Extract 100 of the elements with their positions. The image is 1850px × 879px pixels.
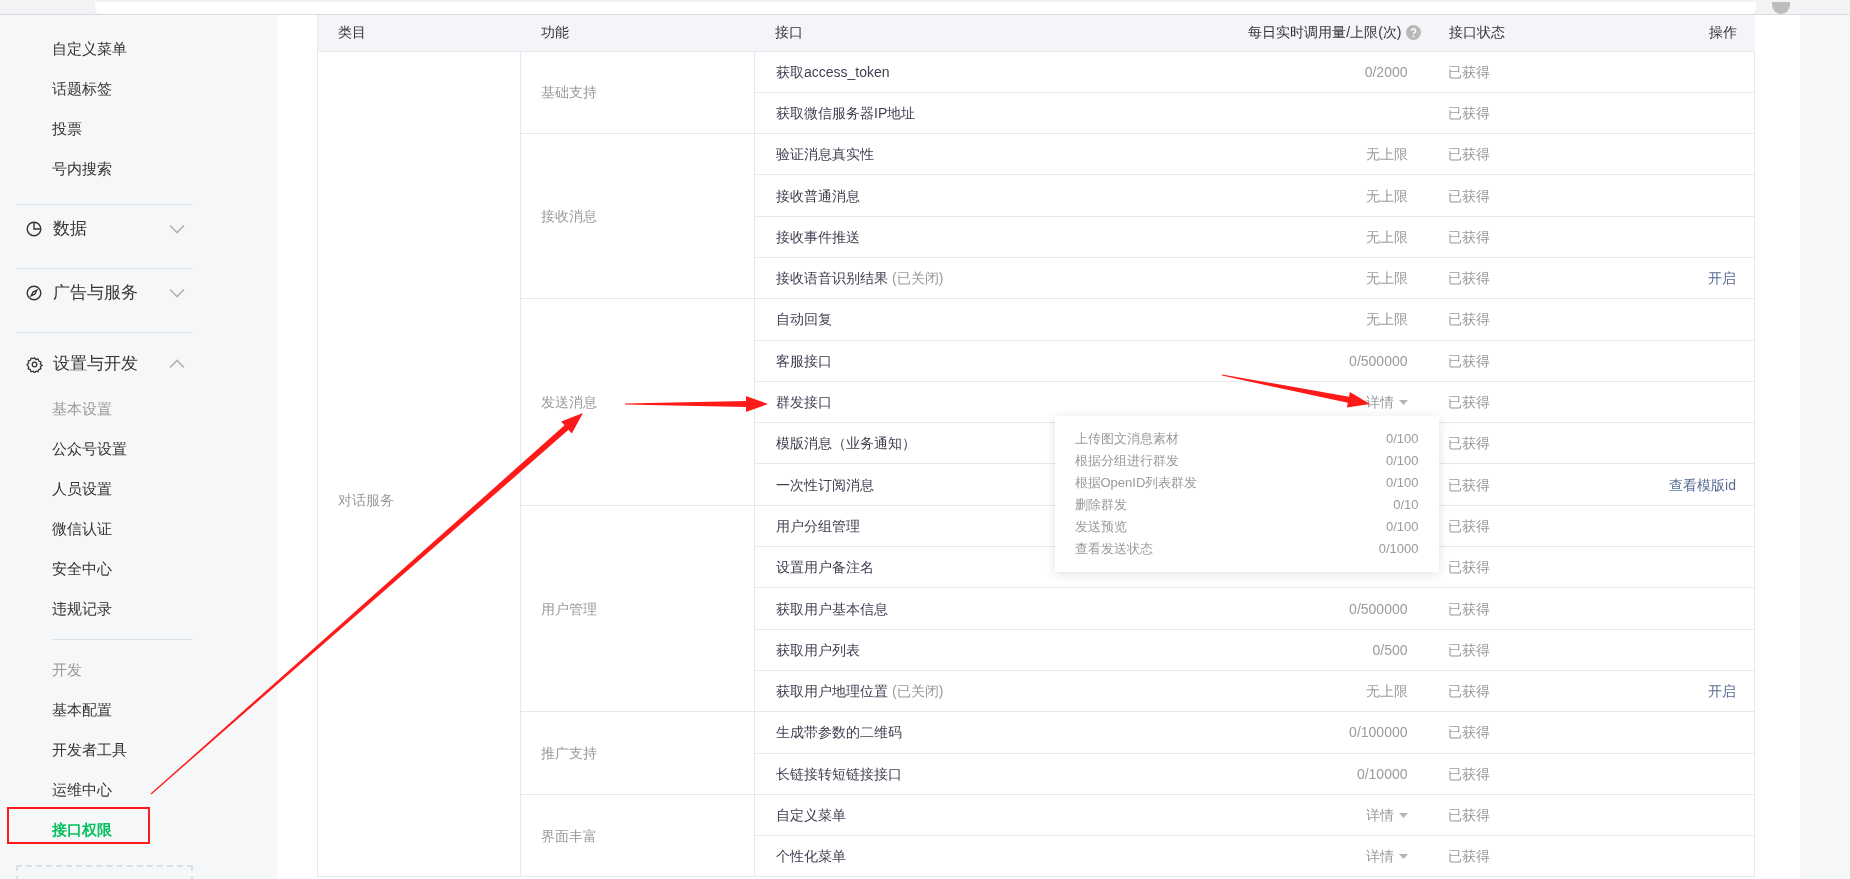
caret-icon	[1398, 400, 1408, 405]
sidebar-item[interactable]: 人员设置	[0, 469, 277, 509]
quota-cell: 0/100000	[1349, 724, 1408, 741]
chevron-down-icon[interactable]	[169, 224, 185, 234]
action-link[interactable]: 开启	[1708, 683, 1736, 700]
quota-cell: 0/2000	[1364, 63, 1408, 80]
sidebar-item[interactable]: 自定义菜单	[0, 29, 277, 69]
sidebar-item[interactable]: 违规记录	[0, 589, 277, 629]
popover-label: 根据OpenID列表群发	[1074, 474, 1198, 493]
interface-name: 客服接口	[776, 352, 832, 369]
quota-cell: 0/500	[1372, 641, 1408, 658]
interface-name: 设置用户备注名	[776, 559, 874, 576]
interface-name: 接收事件推送	[776, 228, 860, 245]
status-cell: 已获得	[1447, 394, 1490, 410]
chevron-down-icon[interactable]	[169, 288, 185, 298]
caret-icon	[1398, 813, 1408, 818]
quota-cell: 无上限	[1365, 146, 1408, 163]
status-cell: 已获得	[1447, 476, 1490, 493]
popover-label: 查看发送状态	[1074, 540, 1153, 559]
sidebar-section-label: 基本设置	[51, 398, 113, 419]
closed-note: (已关闭)	[892, 683, 944, 700]
popover-value: 0/100	[1385, 518, 1419, 537]
sidebar-menu-label[interactable]: 广告与服务	[53, 280, 169, 306]
interface-name: 个性化菜单	[776, 848, 846, 865]
status-cell: 已获得	[1447, 848, 1490, 865]
popover-value: 0/100	[1385, 430, 1419, 449]
column-header: 接口状态	[1448, 23, 1505, 43]
interface-name: 生成带参数的二维码	[776, 724, 902, 741]
column-header: 接口	[774, 23, 803, 43]
action-link[interactable]: 开启	[1708, 270, 1736, 287]
sidebar-item[interactable]: 安全中心	[0, 549, 277, 589]
feature-cell: 界面丰富	[541, 827, 597, 844]
pie-chart-icon	[26, 221, 42, 237]
status-cell: 已获得	[1447, 600, 1490, 617]
interface-name: 接收普通消息	[776, 187, 860, 204]
closed-note: (已关闭)	[892, 270, 944, 287]
feature-cell: 推广支持	[541, 745, 597, 762]
popover-value: 0/1000	[1378, 540, 1419, 559]
column-header: 操作	[1708, 23, 1737, 43]
popover-value: 0/100	[1385, 474, 1419, 493]
sidebar-item[interactable]: 投票	[0, 109, 277, 149]
sidebar-item[interactable]: 公众号设置	[0, 429, 277, 469]
popover-value: 0/100	[1385, 452, 1419, 471]
interface-name: 获取用户基本信息	[776, 600, 888, 617]
address-field[interactable]	[95, 2, 1756, 14]
quota-cell: 无上限	[1365, 311, 1408, 328]
interface-name: 获取微信服务器IP地址	[776, 104, 916, 121]
chevron-up-icon[interactable]	[169, 359, 185, 369]
interface-name: 长链接转短链接接口	[776, 765, 902, 782]
popover-value: 0/10	[1393, 496, 1419, 515]
sidebar-item[interactable]: 开发者工具	[0, 730, 277, 770]
quota-cell: 0/500000	[1349, 600, 1408, 617]
sidebar-item[interactable]: 微信认证	[0, 509, 277, 549]
help-icon[interactable]	[1405, 25, 1421, 41]
feature-cell: 发送消息	[541, 394, 597, 410]
interface-name: 获取用户地理位置	[776, 683, 888, 700]
status-cell: 已获得	[1447, 187, 1490, 204]
status-cell: 已获得	[1447, 352, 1490, 369]
interface-name: 获取access_token	[776, 63, 890, 80]
interface-name: 自定义菜单	[776, 807, 846, 823]
feature-cell: 用户管理	[541, 600, 597, 617]
status-cell: 已获得	[1447, 63, 1490, 80]
sidebar-item[interactable]: 话题标签	[0, 69, 277, 109]
popover-label: 删除群发	[1074, 496, 1127, 515]
interface-name: 模版消息（业务通知）	[776, 435, 916, 452]
caret-icon	[1398, 854, 1408, 860]
status-cell: 已获得	[1447, 724, 1490, 741]
column-header: 类目	[338, 23, 366, 43]
compass-icon	[26, 285, 42, 301]
interface-name: 验证消息真实性	[776, 146, 874, 163]
popover-label: 上传图文消息素材	[1074, 430, 1179, 449]
action-link[interactable]: 查看模版id	[1669, 476, 1736, 493]
sidebar-item[interactable]: 运维中心	[0, 770, 277, 810]
quota-cell: 无上限	[1365, 187, 1408, 204]
interface-name: 获取用户列表	[776, 641, 860, 658]
interface-name: 一次性订阅消息	[776, 476, 874, 493]
sidebar-section-label: 开发	[51, 659, 83, 680]
sidebar-menu-label[interactable]: 数据	[53, 216, 169, 242]
column-header: 每日实时调用量/上限(次)	[1248, 23, 1402, 43]
status-cell: 已获得	[1447, 146, 1490, 163]
status-cell: 已获得	[1447, 559, 1490, 576]
status-cell: 已获得	[1447, 641, 1490, 658]
sidebar-item[interactable]: 基本配置	[0, 690, 277, 730]
quota-cell: 无上限	[1365, 228, 1408, 245]
settings-icon	[26, 355, 43, 373]
avatar-icon[interactable]	[1772, 2, 1790, 14]
sidebar-menu-label[interactable]: 设置与开发	[53, 351, 169, 377]
sidebar-item[interactable]: 号内搜索	[0, 149, 277, 189]
popover-label: 根据分组进行群发	[1074, 452, 1179, 471]
quota-cell: 0/500000	[1349, 352, 1408, 369]
status-cell: 已获得	[1447, 683, 1490, 700]
interface-name: 群发接口	[776, 394, 832, 410]
status-cell: 已获得	[1447, 228, 1490, 245]
status-cell: 已获得	[1447, 104, 1490, 121]
status-cell: 已获得	[1447, 765, 1490, 782]
category-cell: 对话服务	[338, 491, 394, 508]
status-cell: 已获得	[1447, 807, 1490, 823]
interface-name: 用户分组管理	[776, 517, 860, 534]
feature-cell: 基础支持	[541, 84, 597, 101]
quota-cell: 无上限	[1365, 270, 1408, 287]
